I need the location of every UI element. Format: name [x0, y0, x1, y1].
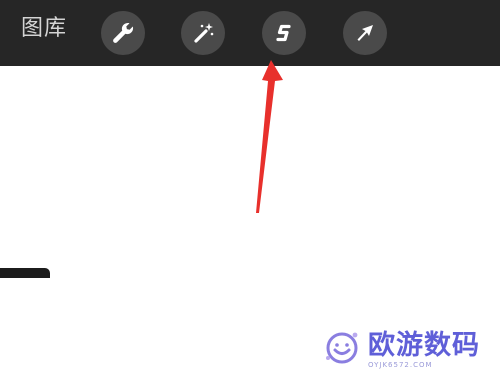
watermark-title: 欧游数码	[368, 330, 480, 361]
adjustments-button[interactable]	[181, 11, 225, 55]
wrench-icon	[110, 20, 136, 46]
transform-button[interactable]	[343, 11, 387, 55]
watermark-url: OYJK6572.COM	[368, 361, 433, 369]
smiley-logo-icon	[322, 328, 362, 372]
gallery-button[interactable]: 图库	[21, 14, 67, 44]
selection-button[interactable]	[262, 11, 306, 55]
actions-button[interactable]	[101, 11, 145, 55]
app-screen: 图库 欧游数码 OYJK6572.COM	[0, 0, 500, 375]
transform-arrow-icon	[352, 20, 378, 46]
partial-dark-bar	[0, 268, 50, 278]
top-toolbar: 图库	[0, 0, 500, 66]
selection-s-icon	[271, 20, 297, 46]
watermark: 欧游数码 OYJK6572.COM	[298, 322, 500, 375]
magic-wand-icon	[190, 20, 216, 46]
